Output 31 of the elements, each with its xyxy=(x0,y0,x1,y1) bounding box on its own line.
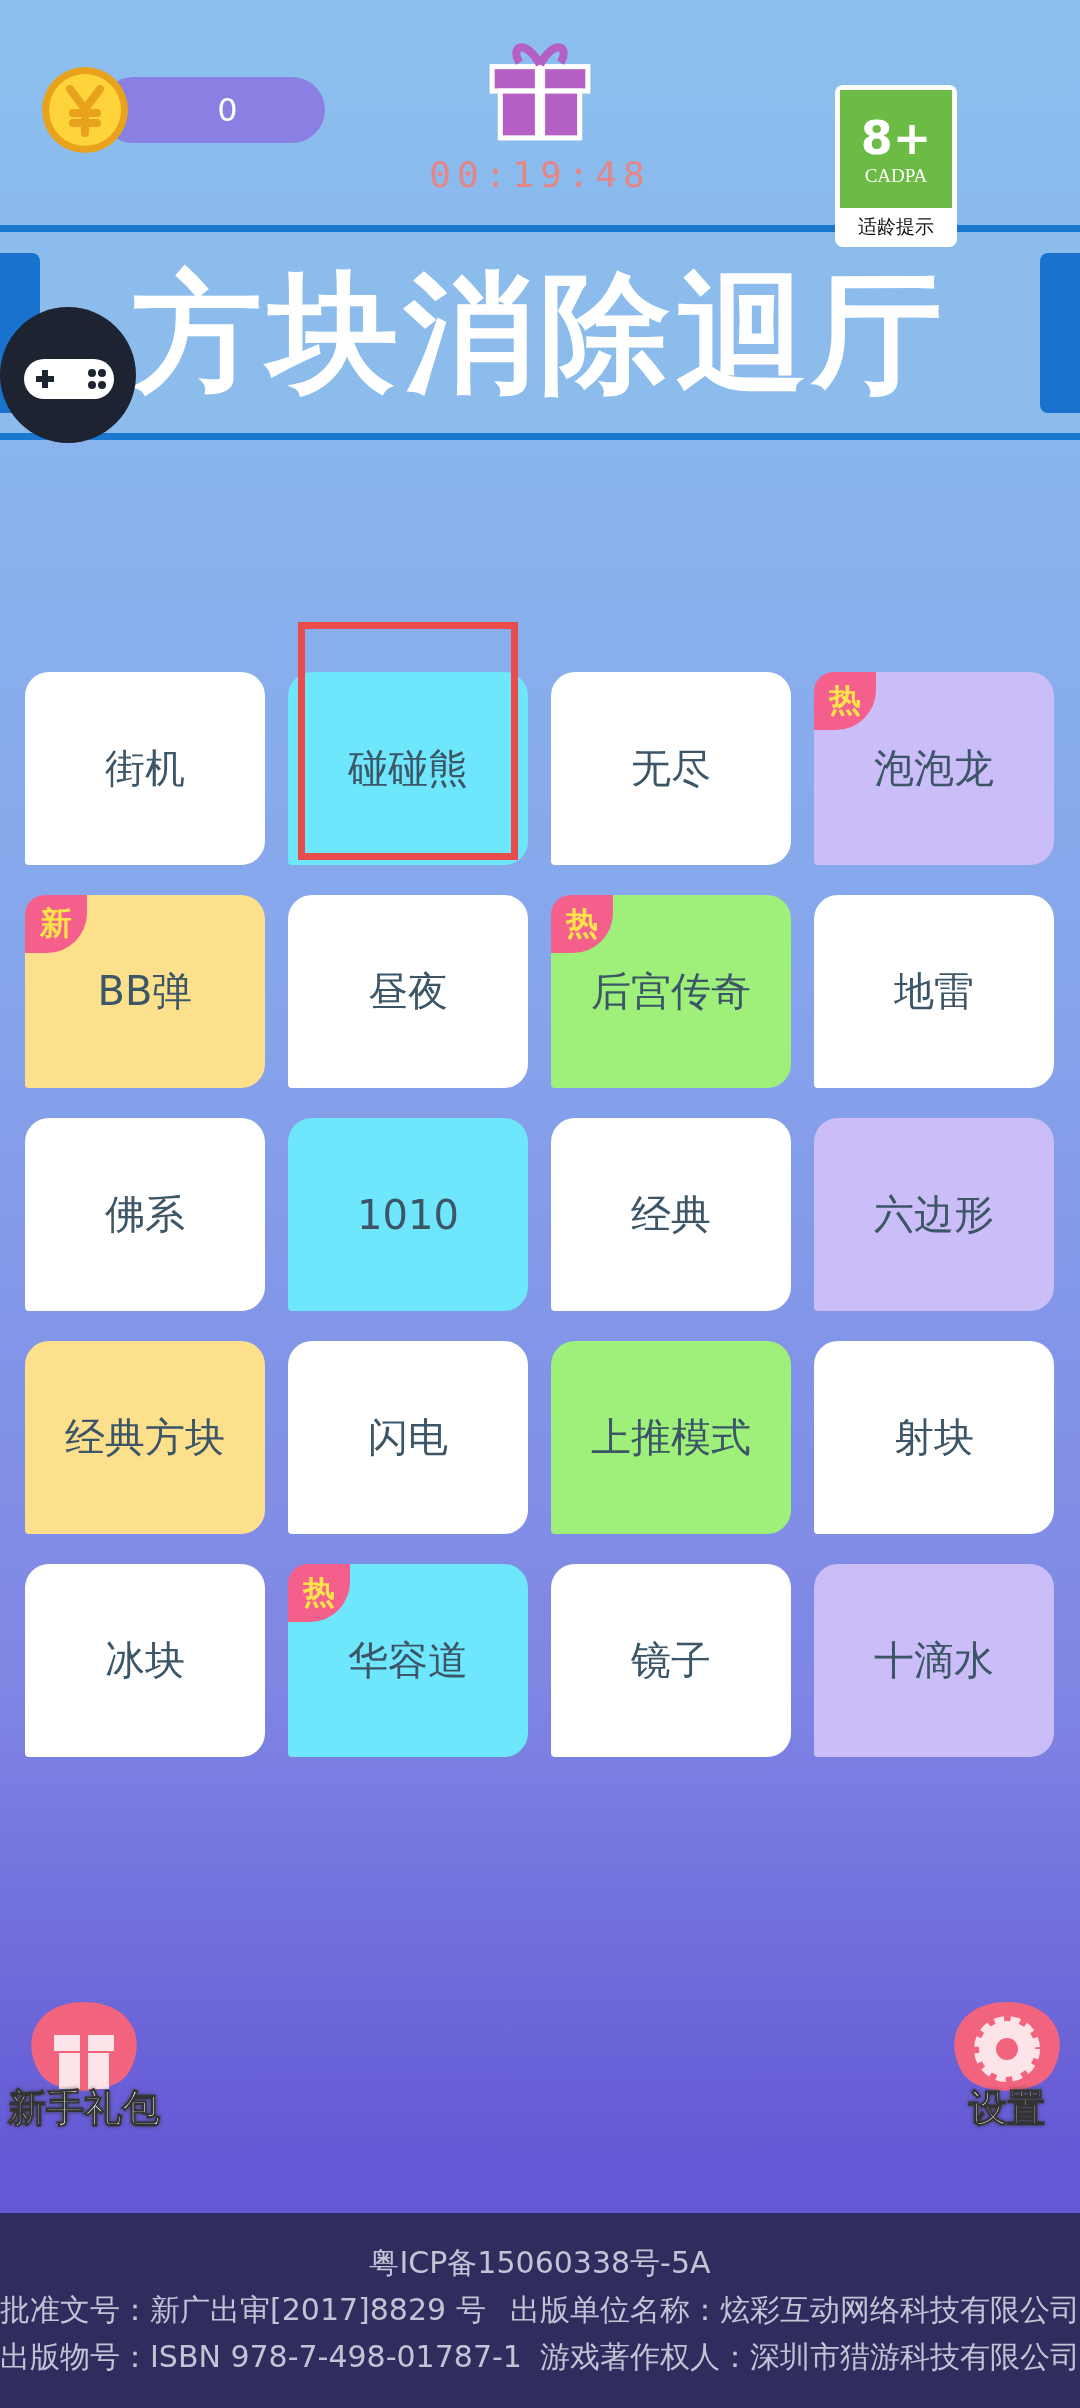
license-text: 游戏著作权人：深圳市猎游科技有限公司 xyxy=(540,2338,1080,2376)
mode-tile[interactable]: 佛系 xyxy=(25,1118,265,1311)
timer: 00:19:48 xyxy=(429,154,651,195)
mode-tile[interactable]: 碰碰熊 xyxy=(288,672,528,865)
gamepad-icon[interactable] xyxy=(0,307,136,443)
rating-org: CADPA xyxy=(864,165,928,187)
icp-text: 粤ICP备15060338号-5A xyxy=(369,2244,711,2282)
license-text: 出版单位名称：炫彩互动网络科技有限公司 xyxy=(510,2291,1080,2329)
mode-tile[interactable]: 镜子 xyxy=(551,1564,791,1757)
age-label: 8+ xyxy=(860,111,932,165)
rating-note: 适龄提示 xyxy=(858,214,934,239)
mode-tile[interactable]: 昼夜 xyxy=(288,895,528,1088)
hot-badge: 热 xyxy=(814,672,876,730)
mode-tile[interactable]: 1010 xyxy=(288,1118,528,1311)
mode-tile[interactable]: 六边形 xyxy=(814,1118,1054,1311)
mode-tile[interactable]: 上推模式 xyxy=(551,1341,791,1534)
mode-tile[interactable]: 冰块 xyxy=(25,1564,265,1757)
mode-tile[interactable]: 街机 xyxy=(25,672,265,865)
mode-tile[interactable]: 经典方块 xyxy=(25,1341,265,1534)
license-text: 出版物号：ISBN 978-7-498-01787-1 xyxy=(0,2338,522,2376)
hot-badge: 热 xyxy=(288,1564,350,1622)
mode-tile[interactable]: 经典 xyxy=(551,1118,791,1311)
mode-tile[interactable]: 十滴水 xyxy=(814,1564,1054,1757)
mode-tile[interactable]: 地雷 xyxy=(814,895,1054,1088)
hot-badge: 热 xyxy=(551,895,613,953)
mode-tile[interactable]: 射块 xyxy=(814,1341,1054,1534)
mode-tile[interactable]: 无尽 xyxy=(551,672,791,865)
mode-tile[interactable]: 闪电 xyxy=(288,1341,528,1534)
license-text: 批准文号：新广出审[2017]8829 号 xyxy=(0,2291,486,2329)
hot-badge: 新 xyxy=(25,895,87,953)
coin-icon xyxy=(40,65,130,155)
